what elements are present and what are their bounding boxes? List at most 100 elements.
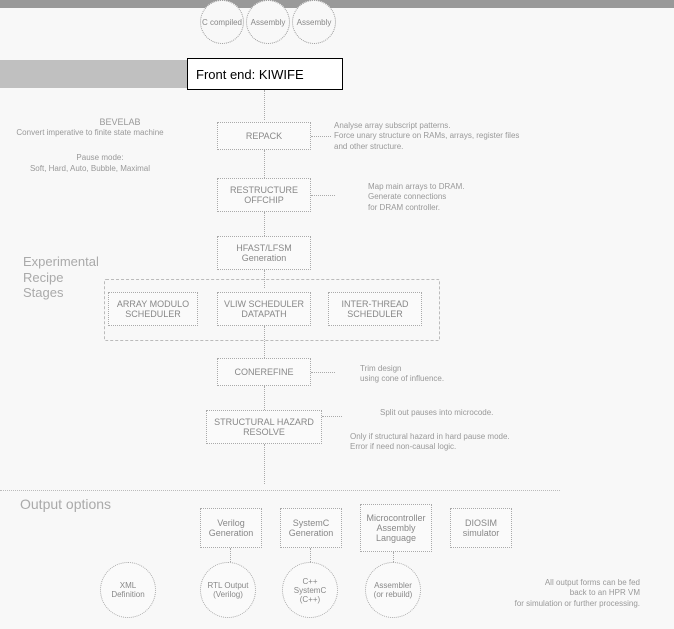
stage-label: SCHEDULER <box>347 309 403 319</box>
note-line: and other structure. <box>334 142 519 152</box>
note-line: Generate connections <box>368 192 464 202</box>
note-structural-23: Only if structural hazard in hard pause … <box>350 432 510 453</box>
note-line: Force unary structure on RAMs, arrays, r… <box>334 131 519 141</box>
stage-label: Generation <box>242 253 287 263</box>
note-line: Only if structural hazard in hard pause … <box>350 432 510 442</box>
output-rtl: RTL Output (Verilog) <box>200 562 256 618</box>
output-divider <box>0 490 560 491</box>
stage-label: Generation <box>209 528 254 538</box>
stage-label: CONEREFINE <box>234 367 293 377</box>
note-line: for simulation or further processing. <box>470 599 640 609</box>
arrow <box>230 548 231 562</box>
stage-label: simulator <box>463 528 500 538</box>
connector <box>311 372 335 373</box>
frontend-box: Front end: KIWIFE <box>187 58 343 90</box>
stage-label: OFFCHIP <box>244 195 284 205</box>
stage-vliw: VLIW SCHEDULER DATAPATH <box>217 292 311 326</box>
arrow <box>310 548 311 562</box>
input-assembly-1: Assembly <box>246 0 290 44</box>
input-c-compiled: C compiled <box>200 0 244 44</box>
arrow <box>264 326 265 358</box>
note-structural-1: Split out pauses into microcode. <box>380 408 493 418</box>
note-line: back to an HPR VM <box>470 588 640 598</box>
stage-structural: STRUCTURAL HAZARD RESOLVE <box>206 410 322 444</box>
stage-label: VLIW SCHEDULER <box>224 299 304 309</box>
output-label: Definition <box>111 590 144 599</box>
output-cxx: C++ SystemC (C++) <box>282 562 338 618</box>
stage-label: SCHEDULER <box>125 309 181 319</box>
output-label: (Verilog) <box>213 590 243 599</box>
label-line: Recipe <box>23 270 99 286</box>
stage-label: RESOLVE <box>243 427 285 437</box>
stage-label: ARRAY MODULO <box>117 299 189 309</box>
stage-label: Assembly <box>376 523 415 533</box>
output-diosim: DIOSIM simulator <box>450 508 512 548</box>
note-line: All output forms can be fed <box>470 578 640 588</box>
stage-label: SystemC <box>293 518 330 528</box>
note-conerefine: Trim design using cone of influence. <box>360 364 444 385</box>
stage-hfast: HFAST/LFSM Generation <box>217 236 311 270</box>
bevelab-pause-label: Pause mode: <box>20 153 180 163</box>
arrow <box>393 552 394 562</box>
input-label: Assembly <box>251 18 286 27</box>
label-line: Stages <box>23 285 99 301</box>
arrow <box>264 444 265 484</box>
stage-label: Microcontroller <box>366 513 425 523</box>
connector <box>311 195 335 196</box>
input-label: C compiled <box>202 18 242 27</box>
output-asm: Assembler (or rebuild) <box>365 562 421 618</box>
experimental-label: Experimental Recipe Stages <box>23 254 99 301</box>
bevelab-sub: Convert imperative to finite state machi… <box>0 128 180 138</box>
note-restructure: Map main arrays to DRAM. Generate connec… <box>368 182 464 213</box>
stage-label: REPACK <box>246 131 282 141</box>
input-label: Assembly <box>297 18 332 27</box>
stage-label: DATAPATH <box>241 309 286 319</box>
stage-label: HFAST/LFSM <box>236 243 292 253</box>
stage-repack: REPACK <box>217 122 311 150</box>
output-label: (or rebuild) <box>374 590 413 599</box>
stage-restructure: RESTRUCTURE OFFCHIP <box>217 178 311 212</box>
output-systemc-gen: SystemC Generation <box>280 508 342 548</box>
connector <box>311 136 331 137</box>
output-label: SystemC <box>294 586 326 595</box>
output-micro-asm: Microcontroller Assembly Language <box>360 504 432 552</box>
stage-label: Generation <box>289 528 334 538</box>
bevelab-label: BEVELAB <box>60 117 180 129</box>
note-line: Analyse array subscript patterns. <box>334 121 519 131</box>
note-repack: Analyse array subscript patterns. Force … <box>334 121 519 152</box>
stage-label: RESTRUCTURE <box>230 185 298 195</box>
output-options-label: Output options <box>20 496 111 512</box>
connector <box>322 416 342 417</box>
output-label: (C++) <box>300 595 320 604</box>
note-line: for DRAM controller. <box>368 203 464 213</box>
note-line: Error if need non-causal logic. <box>350 442 510 452</box>
input-assembly-2: Assembly <box>292 0 336 44</box>
output-label: C++ <box>302 577 317 586</box>
stage-conerefine: CONEREFINE <box>217 358 311 386</box>
stage-interthread: INTER-THREAD SCHEDULER <box>328 292 422 326</box>
arrow <box>264 212 265 236</box>
bevelab-title: BEVELAB <box>60 117 180 129</box>
arrow <box>264 270 265 288</box>
stage-label: Verilog <box>217 518 245 528</box>
stage-label: STRUCTURAL HAZARD <box>214 417 314 427</box>
note-line: using cone of influence. <box>360 374 444 384</box>
output-label: XML <box>120 581 136 590</box>
frontend-title: Front end: KIWIFE <box>196 67 304 82</box>
stage-array-modulo: ARRAY MODULO SCHEDULER <box>108 292 198 326</box>
stage-label: DIOSIM <box>465 518 497 528</box>
output-label: RTL Output <box>208 581 249 590</box>
stage-label: Language <box>376 533 416 543</box>
output-label: Assembler <box>374 581 412 590</box>
note-output-feedback: All output forms can be fed back to an H… <box>470 578 640 609</box>
output-verilog-gen: Verilog Generation <box>200 508 262 548</box>
label-line: Experimental <box>23 254 99 270</box>
note-line: Trim design <box>360 364 444 374</box>
note-line: Map main arrays to DRAM. <box>368 182 464 192</box>
gray-strip <box>0 60 188 88</box>
arrow <box>264 150 265 178</box>
arrow <box>264 90 265 120</box>
bevelab-pause-modes: Soft, Hard, Auto, Bubble, Maximal <box>0 164 180 174</box>
output-xml: XML Definition <box>100 562 156 618</box>
stage-label: INTER-THREAD <box>342 299 409 309</box>
